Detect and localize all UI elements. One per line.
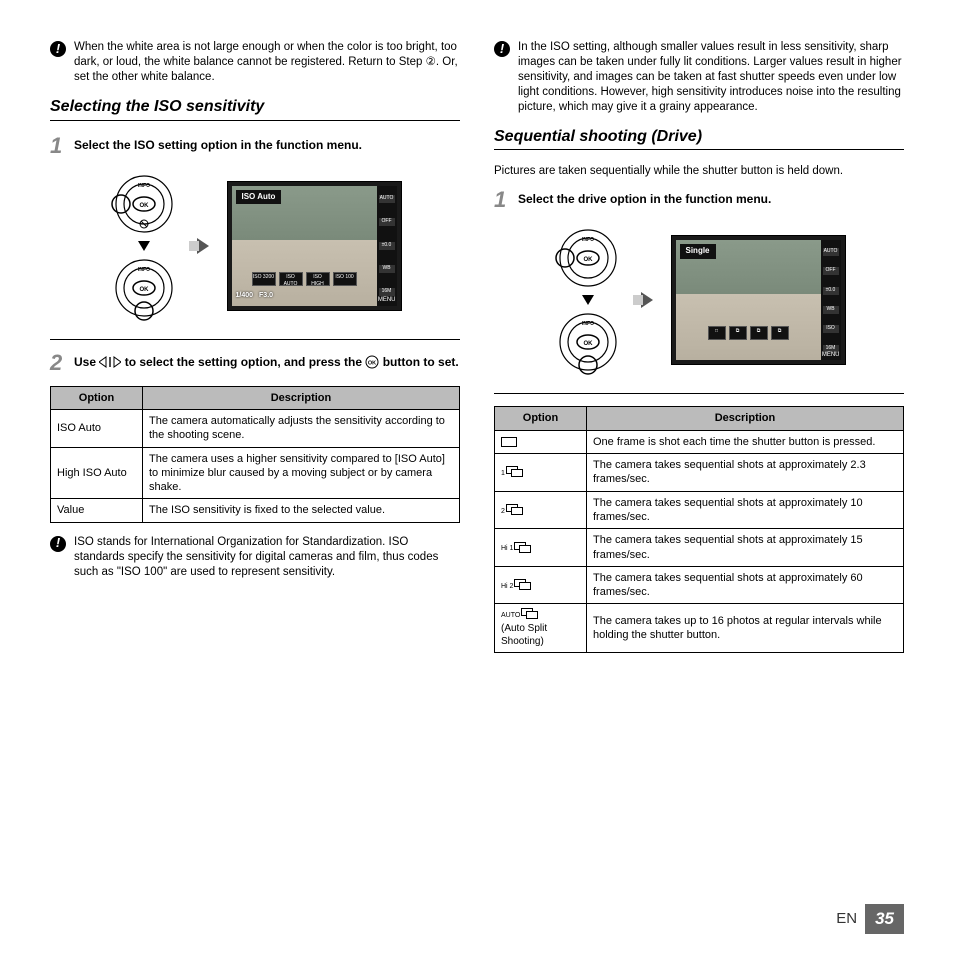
th-option: Option <box>51 386 143 409</box>
control-dial-top: OK INFO <box>109 169 179 239</box>
step-number: 1 <box>50 135 68 157</box>
burst-icon <box>514 542 534 554</box>
control-dial-top: OK INFO <box>553 223 623 293</box>
step-1-drive: 1 Select the drive option in the functio… <box>494 189 904 211</box>
table-row: One frame is shot each time the shutter … <box>495 430 904 453</box>
desc-cell: The camera automatically adjusts the sen… <box>143 409 460 447</box>
svg-text:OK: OK <box>583 257 593 263</box>
divider <box>50 339 460 340</box>
control-dial-bottom: OK INFO <box>553 307 623 377</box>
shutter-speed: 1/400 <box>236 291 254 300</box>
divider <box>494 393 904 394</box>
note-text: When the white area is not large enough … <box>74 40 460 85</box>
desc-cell: The camera takes up to 16 photos at regu… <box>587 604 904 653</box>
iso-chip: ISO 100 <box>333 272 357 286</box>
burst-icon <box>521 608 541 620</box>
arrow-right-icon <box>197 238 209 254</box>
screen-label: ISO Auto <box>236 190 282 204</box>
th-description: Description <box>587 407 904 430</box>
ok-button-icon: OK <box>365 355 379 369</box>
intro-text: Pictures are taken sequentially while th… <box>494 164 904 179</box>
iso-chip: ISO AUTO <box>279 272 303 286</box>
table-row: AUTO(Auto Split Shooting)The camera take… <box>495 604 904 653</box>
single-frame-icon <box>501 437 517 447</box>
opt-cell: Hi 2 <box>495 566 587 604</box>
desc-cell: One frame is shot each time the shutter … <box>587 430 904 453</box>
th-description: Description <box>143 386 460 409</box>
svg-text:OK: OK <box>583 341 593 347</box>
iso-options-table: Option Description ISO AutoThe camera au… <box>50 386 460 523</box>
svg-text:INFO: INFO <box>138 267 150 273</box>
page-footer: EN 35 <box>836 904 904 934</box>
opt-cell: Hi 1 <box>495 529 587 567</box>
arrow-down-icon <box>582 295 594 305</box>
iso-chip: ISO 3200 <box>252 272 276 286</box>
svg-text:INFO: INFO <box>582 321 594 327</box>
arrow-down-icon <box>138 241 150 251</box>
burst-icon <box>514 579 534 591</box>
camera-screen-drive: Single □ ⧉ ⧉ ⧉ AUTO OFF ±0.0 WB ISO 16M <box>671 235 846 365</box>
burst-icon <box>506 466 526 478</box>
aperture: F3.0 <box>259 291 273 300</box>
iso-chip: ISO HIGH <box>306 272 330 286</box>
screen-label: Single <box>680 244 716 258</box>
table-row: 1The camera takes sequential shots at ap… <box>495 454 904 492</box>
svg-text:OK: OK <box>139 203 149 209</box>
step-1: 1 Select the ISO setting option in the f… <box>50 135 460 157</box>
arrow-right-icon <box>641 292 653 308</box>
desc-cell: The ISO sensitivity is fixed to the sele… <box>143 499 460 522</box>
opt-cell <box>495 430 587 453</box>
desc-cell: The camera takes sequential shots at app… <box>587 454 904 492</box>
desc-cell: The camera takes sequential shots at app… <box>587 491 904 529</box>
control-dial-bottom: OK INFO <box>109 253 179 323</box>
table-row: High ISO AutoThe camera uses a higher se… <box>51 447 460 499</box>
opt-cell: 1 <box>495 454 587 492</box>
desc-cell: The camera uses a higher sensitivity com… <box>143 447 460 499</box>
note-text: ISO stands for International Organizatio… <box>74 535 460 580</box>
info-note: ! ISO stands for International Organizat… <box>50 535 460 580</box>
warning-note: ! When the white area is not large enoug… <box>50 40 460 85</box>
opt-cell: AUTO(Auto Split Shooting) <box>495 604 587 653</box>
step-number: 1 <box>494 189 512 211</box>
table-row: ISO AutoThe camera automatically adjusts… <box>51 409 460 447</box>
step-number: 2 <box>50 352 68 374</box>
section-heading-drive: Sequential shooting (Drive) <box>494 127 904 151</box>
desc-cell: The camera takes sequential shots at app… <box>587 529 904 567</box>
burst-icon <box>506 504 526 516</box>
left-right-arrow-icon <box>99 356 121 368</box>
drive-options-table: Option Description One frame is shot eac… <box>494 406 904 653</box>
menu-label: MENU <box>822 352 840 360</box>
illustration-drive: OK INFO OK INFO <box>494 223 904 377</box>
desc-cell: The camera takes sequential shots at app… <box>587 566 904 604</box>
svg-text:OK: OK <box>139 287 149 293</box>
opt-cell: 2 <box>495 491 587 529</box>
step-text: Use to select the setting option, and pr… <box>74 352 459 371</box>
step-text: Select the drive option in the function … <box>518 189 771 208</box>
caution-icon: ! <box>50 536 66 552</box>
menu-label: MENU <box>378 297 396 305</box>
th-option: Option <box>495 407 587 430</box>
table-row: ValueThe ISO sensitivity is fixed to the… <box>51 499 460 522</box>
caution-icon: ! <box>50 41 66 57</box>
table-row: Hi 1The camera takes sequential shots at… <box>495 529 904 567</box>
note-text: In the ISO setting, although smaller val… <box>518 40 904 115</box>
svg-text:INFO: INFO <box>582 237 594 243</box>
page-number: 35 <box>865 904 904 934</box>
table-row: Hi 2The camera takes sequential shots at… <box>495 566 904 604</box>
opt-cell: High ISO Auto <box>51 447 143 499</box>
info-note: ! In the ISO setting, although smaller v… <box>494 40 904 115</box>
svg-text:OK: OK <box>368 361 376 367</box>
opt-cell: ISO Auto <box>51 409 143 447</box>
illustration-iso: OK INFO OK INFO <box>50 169 460 323</box>
table-row: 2The camera takes sequential shots at ap… <box>495 491 904 529</box>
opt-cell: Value <box>51 499 143 522</box>
language-code: EN <box>836 909 857 929</box>
camera-screen-iso: ISO Auto ISO 3200 ISO AUTO ISO HIGH ISO … <box>227 181 402 311</box>
caution-icon: ! <box>494 41 510 57</box>
step-2: 2 Use to select the setting option, and … <box>50 352 460 374</box>
step-text: Select the ISO setting option in the fun… <box>74 135 362 154</box>
svg-text:INFO: INFO <box>138 183 150 189</box>
section-heading-iso: Selecting the ISO sensitivity <box>50 97 460 121</box>
